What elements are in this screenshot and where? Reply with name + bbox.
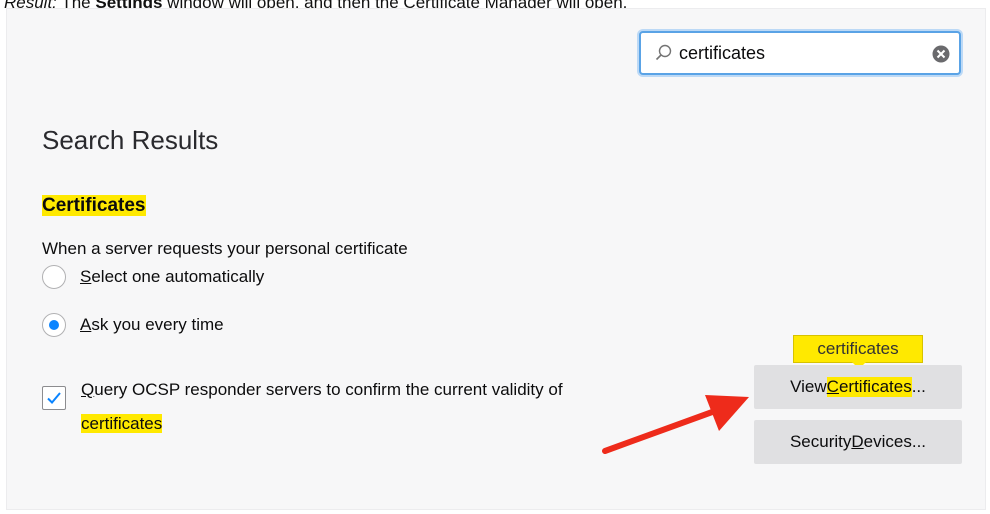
radio-label: Ask you every time xyxy=(80,315,224,335)
section-description: When a server requests your personal cer… xyxy=(42,239,408,258)
label-rest: elect one automatically xyxy=(91,267,265,286)
annotation-arrow-icon xyxy=(602,395,749,454)
button-text-pre: Security xyxy=(789,432,852,451)
search-results-title: Search Results xyxy=(42,125,219,155)
radio-button-unchecked[interactable] xyxy=(42,265,66,289)
button-text-pre: View xyxy=(790,377,827,396)
access-key: C xyxy=(826,377,839,396)
radio-select-automatically[interactable]: Select one automatically xyxy=(42,265,264,289)
access-key: Q xyxy=(81,380,95,399)
clear-icon[interactable] xyxy=(932,45,950,68)
settings-panel: Search Results Certificates When a serve… xyxy=(6,8,986,510)
search-match-tooltip: certificates xyxy=(793,335,923,369)
section-title-highlight: Certificates xyxy=(42,195,146,216)
button-ellipsis: ... xyxy=(911,377,926,396)
view-certificates-button[interactable]: View Certificates... xyxy=(754,365,962,409)
search-input[interactable] xyxy=(679,39,919,67)
checkmark-icon xyxy=(47,392,61,404)
radio-ask-every-time[interactable]: Ask you every time xyxy=(42,313,224,337)
radio-button-checked[interactable] xyxy=(42,313,66,337)
search-box[interactable] xyxy=(639,31,961,75)
security-devices-button[interactable]: Security Devices... xyxy=(754,420,962,464)
label-tail-highlight: certificates xyxy=(81,414,163,433)
label-rest: uery OCSP responder servers to confirm t… xyxy=(94,380,563,399)
access-key: D xyxy=(851,432,864,451)
access-key: S xyxy=(80,267,92,286)
access-key: A xyxy=(80,315,92,334)
label-rest: sk you every time xyxy=(91,315,224,334)
search-icon xyxy=(655,44,673,67)
radio-label: Select one automatically xyxy=(80,267,264,287)
button-text-rest: evices... xyxy=(863,432,927,451)
button-text-rest: ertificates xyxy=(838,377,912,396)
certificates-section-title: Certificates xyxy=(42,195,146,217)
ocsp-label: Query OCSP responder servers to confirm … xyxy=(81,373,681,441)
ocsp-checkbox[interactable] xyxy=(42,386,66,410)
